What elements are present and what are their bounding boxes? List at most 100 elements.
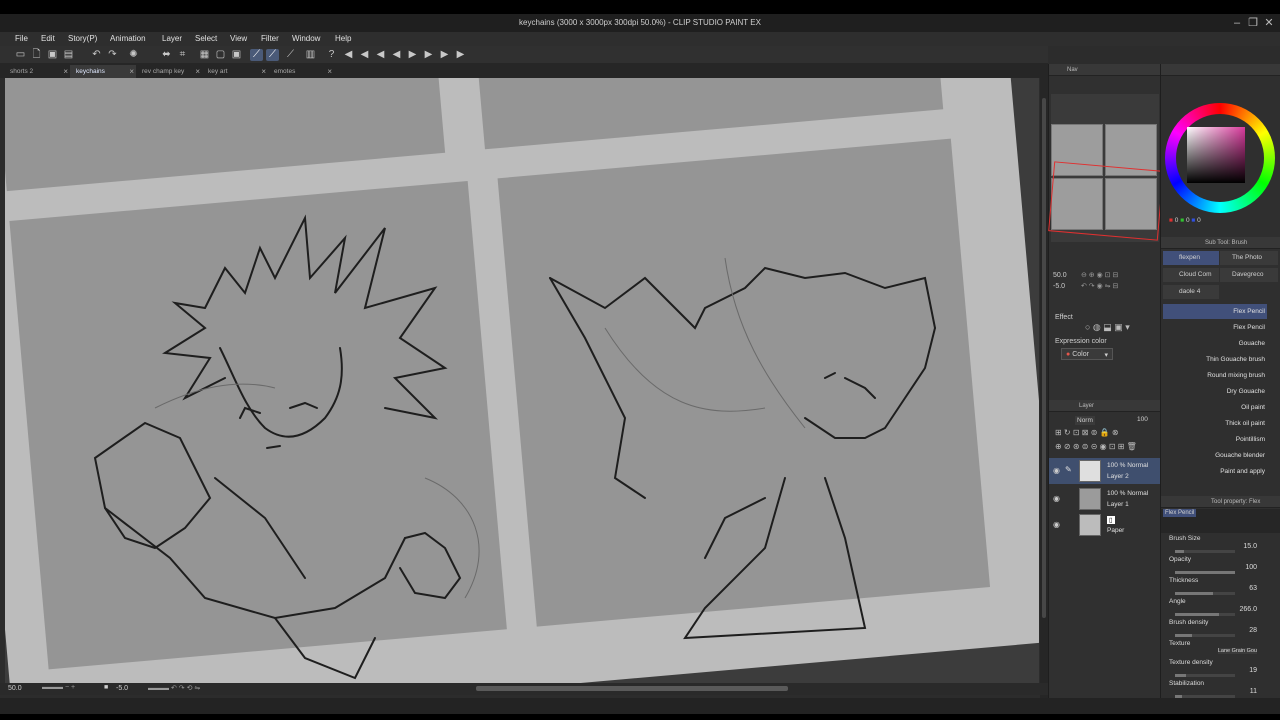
layer-row-layer-1[interactable]: ◉ 100 % Normal Layer 1: [1049, 486, 1161, 512]
invert-selection-icon[interactable]: ▣: [230, 49, 243, 61]
blue-value[interactable]: 0: [1197, 217, 1201, 224]
select-all-icon[interactable]: ▦: [198, 49, 211, 61]
brush-item-thick-oil-paint[interactable]: Thick oil paint: [1163, 416, 1267, 431]
brush-item-oil-paint[interactable]: Oil paint: [1163, 400, 1267, 415]
brush-item-thin-gouache[interactable]: Thin Gouache brush: [1163, 352, 1267, 367]
prop-brush-density[interactable]: Brush density 28: [1169, 619, 1269, 639]
prop-value[interactable]: 63: [1249, 585, 1257, 592]
subtool-group-daole-4[interactable]: daole 4: [1163, 285, 1219, 299]
brush-item-flex-pencil-2[interactable]: Flex Pencil: [1163, 320, 1267, 335]
brush-item-dry-gouache[interactable]: Dry Gouache: [1163, 384, 1267, 399]
crop-icon[interactable]: ⌗: [176, 49, 189, 61]
redo-icon[interactable]: ↷: [106, 49, 119, 61]
pen-icon[interactable]: ✎: [1065, 465, 1072, 474]
menu-help[interactable]: Help: [335, 34, 351, 43]
brush-item-paint-and-apply[interactable]: Paint and apply: [1163, 464, 1267, 479]
close-tab-icon[interactable]: ×: [63, 67, 68, 76]
app-icon[interactable]: ▭: [14, 49, 27, 61]
prop-slider[interactable]: [1175, 674, 1235, 677]
menu-file[interactable]: File: [15, 34, 28, 43]
subtool-group-davegreco[interactable]: Davegreco: [1220, 268, 1278, 282]
zoom-value[interactable]: 50.0: [8, 685, 22, 692]
new-file-icon[interactable]: 🗋: [30, 49, 43, 61]
navigator-preview[interactable]: [1048, 94, 1164, 242]
menu-layer[interactable]: Layer: [162, 34, 182, 43]
frame-back-icon[interactable]: ◀: [374, 49, 387, 61]
prop-slider[interactable]: [1175, 592, 1235, 595]
menu-story[interactable]: Story(P): [68, 34, 97, 43]
rotation-slider-icon[interactable]: ▬▬▬ ↶ ↷ ⟲ ⇋: [148, 684, 200, 692]
close-tab-icon[interactable]: ×: [327, 67, 332, 76]
tab-shorts-2[interactable]: shorts 2 ×: [4, 65, 70, 78]
zoom-slider-icon[interactable]: ▬▬▬ − +: [42, 684, 75, 691]
eye-icon[interactable]: ◉: [1053, 520, 1060, 529]
menu-window[interactable]: Window: [292, 34, 320, 43]
tab-rev-champ-key[interactable]: rev champ key ×: [136, 65, 202, 78]
expression-color-select[interactable]: ● Color ▾: [1061, 348, 1113, 360]
frame-last-icon[interactable]: ▶: [454, 49, 467, 61]
canvas-vertical-scrollbar[interactable]: [1040, 78, 1048, 698]
close-tab-icon[interactable]: ×: [129, 67, 134, 76]
prop-angle[interactable]: Angle 266.0: [1169, 598, 1269, 618]
menu-select[interactable]: Select: [195, 34, 217, 43]
close-tab-icon[interactable]: ×: [195, 67, 200, 76]
menu-view[interactable]: View: [230, 34, 247, 43]
brush-item-gouache-blender[interactable]: Gouache blender: [1163, 448, 1267, 463]
prop-opacity[interactable]: Opacity 100: [1169, 556, 1269, 576]
close-tab-icon[interactable]: ×: [261, 67, 266, 76]
scroll-thumb[interactable]: [1042, 98, 1046, 618]
frame-prev-icon[interactable]: ◀: [342, 49, 355, 61]
drawing-canvas[interactable]: [5, 78, 1039, 683]
tab-key-art[interactable]: key art ×: [202, 65, 268, 78]
green-value[interactable]: 0: [1186, 217, 1190, 224]
deselect-icon[interactable]: ▢: [214, 49, 227, 61]
tablet-settings-icon[interactable]: ▥: [304, 49, 317, 61]
tab-keychains[interactable]: keychains ×: [70, 65, 136, 78]
tab-emotes[interactable]: emotes ×: [268, 65, 334, 78]
navigator-rotation[interactable]: -5.0: [1053, 283, 1065, 290]
rotation-value[interactable]: -5.0: [116, 685, 128, 692]
transform-icon[interactable]: ⬌: [160, 49, 173, 61]
frame-step-back-icon[interactable]: ◀: [390, 49, 403, 61]
navigator-view-frame[interactable]: [1048, 161, 1164, 241]
subtool-group-cloud-com[interactable]: Cloud Com: [1163, 268, 1219, 282]
brush-item-flex-pencil[interactable]: Flex Pencil: [1163, 304, 1267, 319]
prop-value[interactable]: 11: [1250, 688, 1257, 695]
layer-row-layer-2[interactable]: ◉ ✎ 100 % Normal Layer 2: [1049, 458, 1161, 484]
brush-item-pointillism[interactable]: Pointillism: [1163, 432, 1267, 447]
brush-item-round-mixing[interactable]: Round mixing brush: [1163, 368, 1267, 383]
layer-row-paper[interactable]: ◉ ▯ Paper: [1049, 512, 1161, 538]
eye-icon[interactable]: ◉: [1053, 494, 1060, 503]
prop-thickness[interactable]: Thickness 63: [1169, 577, 1269, 597]
close-icon[interactable]: ✕: [1262, 16, 1276, 30]
play-icon[interactable]: ▶: [406, 49, 419, 61]
frame-first-icon[interactable]: ◀: [358, 49, 371, 61]
maximize-icon[interactable]: ❐: [1246, 16, 1260, 30]
clear-icon[interactable]: ✺: [127, 49, 140, 61]
subtool-group-the-photo[interactable]: The Photo: [1220, 251, 1278, 265]
navigator-zoom-buttons-icon[interactable]: ⊖ ⊕ ◉ ⊡ ⊟: [1081, 271, 1118, 279]
menu-edit[interactable]: Edit: [41, 34, 55, 43]
menu-filter[interactable]: Filter: [261, 34, 279, 43]
snap-special-ruler-icon[interactable]: ⟋: [266, 49, 279, 61]
canvas-horizontal-scrollbar[interactable]: [476, 686, 788, 691]
prop-value[interactable]: 28: [1249, 627, 1257, 634]
eye-icon[interactable]: ◉: [1053, 466, 1060, 475]
undo-icon[interactable]: ↶: [90, 49, 103, 61]
layer-tools-icon[interactable]: ⊞ ↻ ⊡ ⊠ ⊚ 🔒 ⊗: [1055, 428, 1119, 437]
texture-select[interactable]: Lane Grain Gou: [1217, 648, 1257, 654]
layer-opacity[interactable]: 100: [1137, 416, 1148, 423]
minimize-icon[interactable]: –: [1230, 16, 1244, 30]
prop-value[interactable]: 266.0: [1239, 606, 1257, 613]
save-icon[interactable]: ▤: [62, 49, 75, 61]
prop-slider[interactable]: [1175, 613, 1235, 616]
layer-actions-icon[interactable]: ⊕ ⊘ ⊛ ⊜ ⊝ ◉ ⊡ ⊞ 🗑: [1055, 442, 1137, 451]
prop-stabilization[interactable]: Stabilization 11: [1169, 680, 1269, 700]
red-value[interactable]: 0: [1175, 217, 1179, 224]
snap-ruler-icon[interactable]: ⟋: [250, 49, 263, 61]
frame-step-forward-icon[interactable]: ▶: [422, 49, 435, 61]
prop-value[interactable]: 100: [1245, 564, 1257, 571]
frame-forward-icon[interactable]: ▶: [438, 49, 451, 61]
prop-texture[interactable]: Texture Lane Grain Gou: [1169, 640, 1269, 660]
prop-texture-density[interactable]: Texture density 19: [1169, 659, 1269, 679]
